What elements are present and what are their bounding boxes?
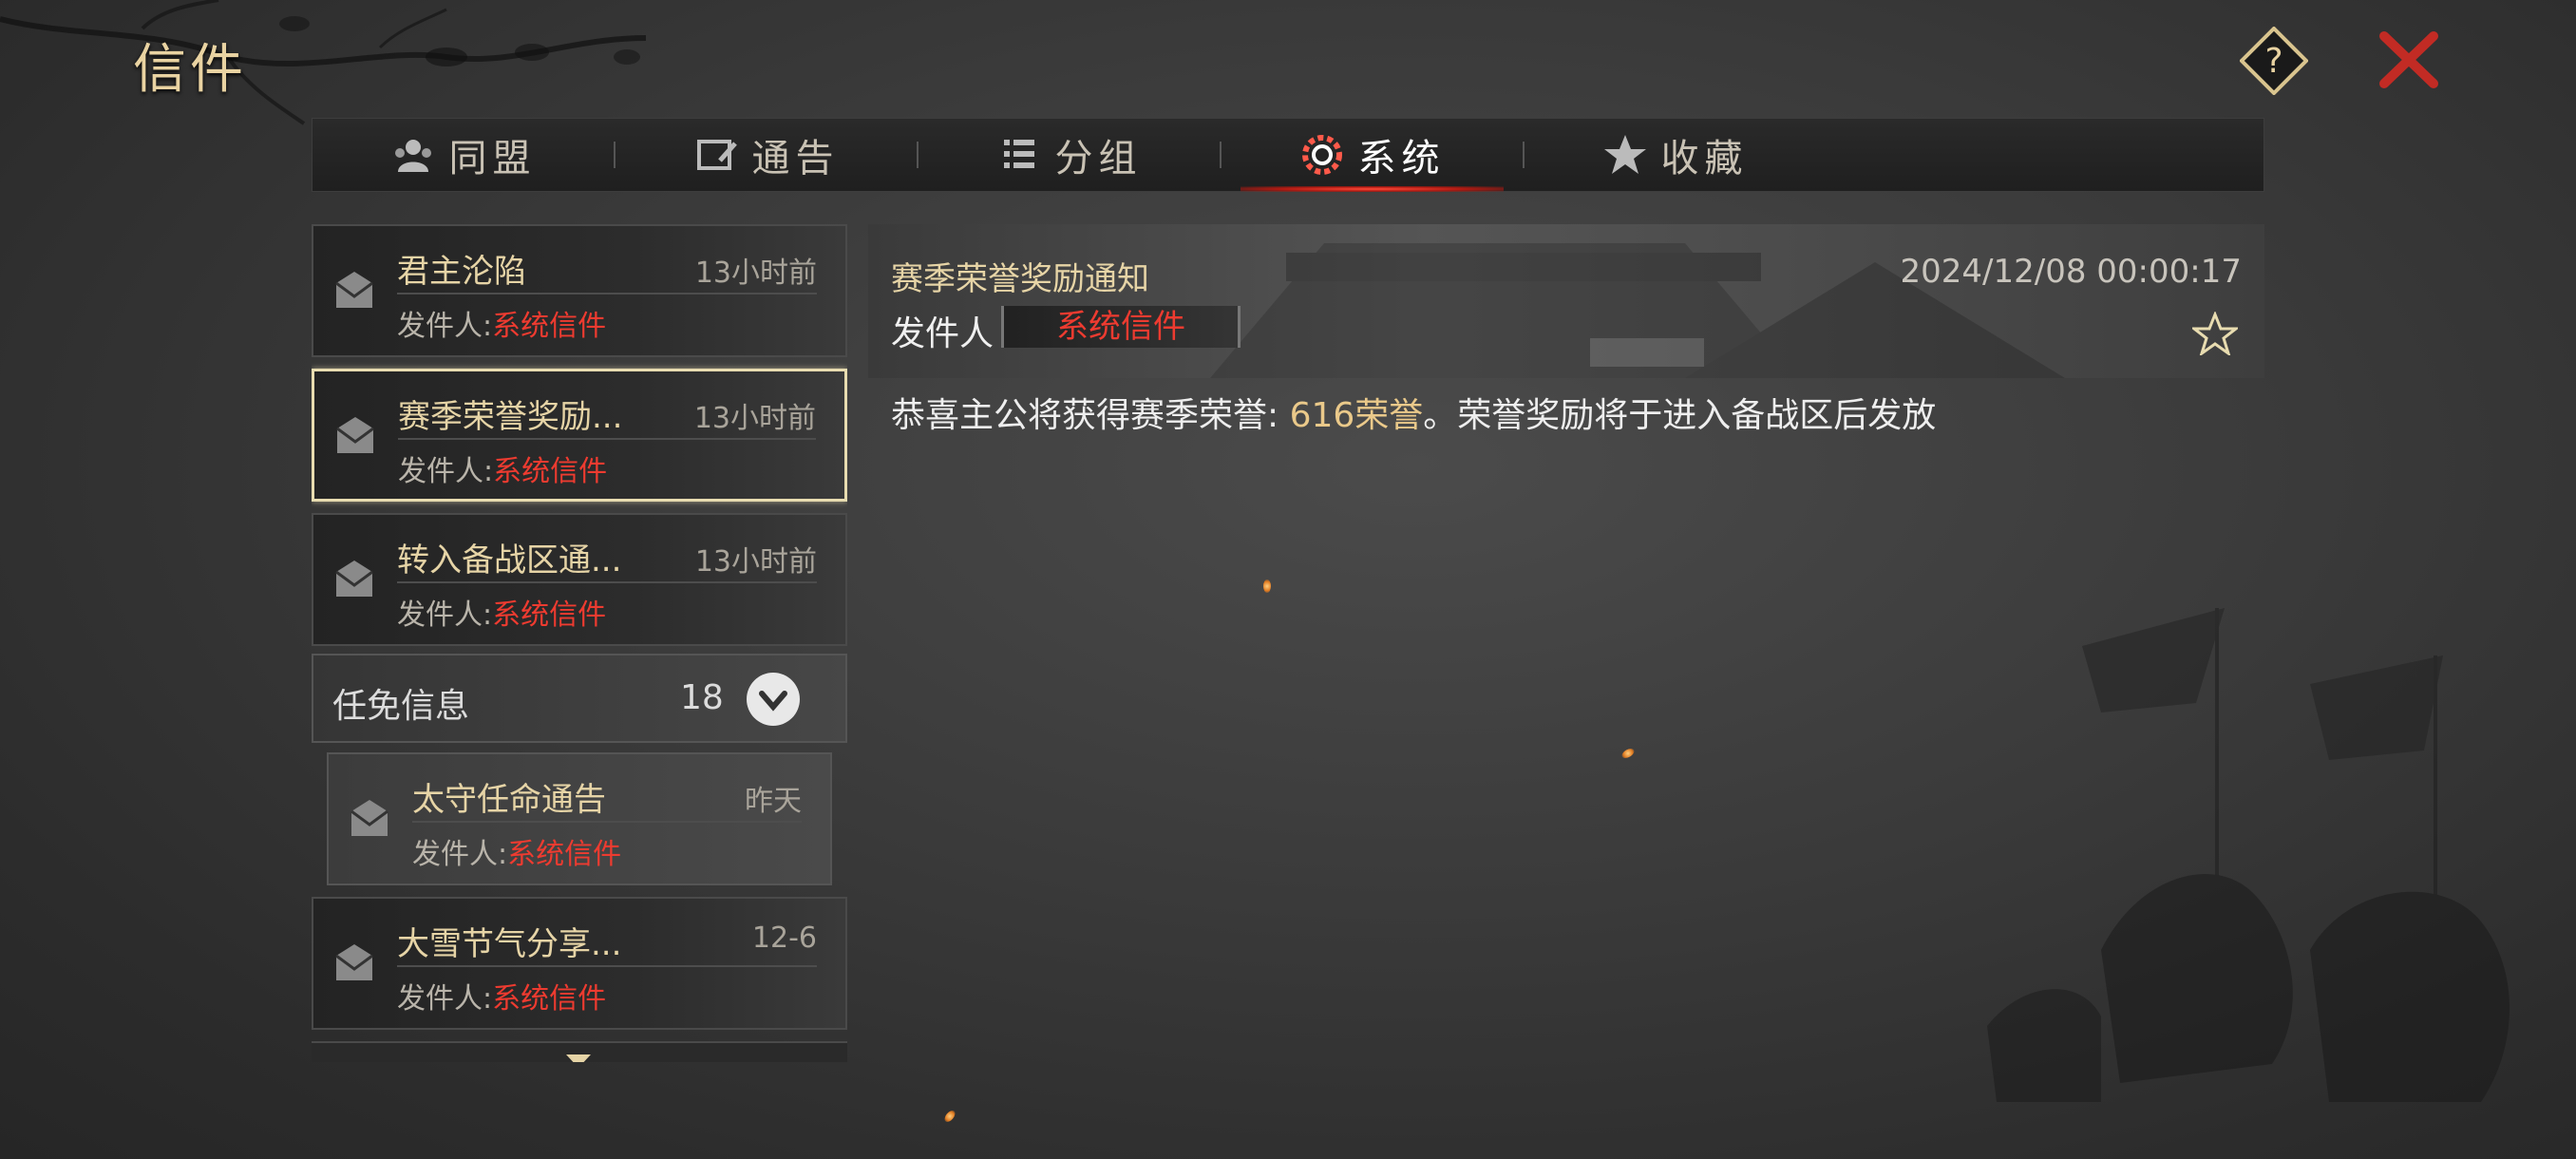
star-icon <box>1603 135 1646 174</box>
favorite-star-icon[interactable] <box>2192 312 2238 355</box>
mail-time: 昨天 <box>745 785 802 818</box>
envelope-icon <box>335 944 373 980</box>
mail-subject: 太守任命通告 <box>412 781 606 819</box>
group-icon <box>1003 140 1034 168</box>
body-text: 。荣誉奖励将于进入备战区后发放 <box>1423 396 1937 435</box>
mail-detail-header: 赛季荣誉奖励通知 2024/12/08 00:00:17 发件人 系统信件 <box>868 224 2264 378</box>
announcement-icon <box>696 140 737 170</box>
list-item[interactable]: 赛季荣誉奖励... 13小时前 发件人:系统信件 <box>312 369 847 502</box>
divider <box>398 438 816 440</box>
detail-body: 恭喜主公将获得赛季荣誉: 616荣誉。荣誉奖励将于进入备战区后发放 <box>891 388 1936 437</box>
tab-label: 系统 <box>1357 137 1446 180</box>
system-gear-icon <box>1301 135 1342 175</box>
sender-label: 发件人: <box>412 838 508 871</box>
help-icon[interactable]: ? <box>2240 27 2308 95</box>
scroll-down-arrow-icon[interactable] <box>564 1053 593 1062</box>
list-item[interactable]: 转入备战区通... 13小时前 发件人:系统信件 <box>312 513 847 646</box>
envelope-icon <box>350 800 388 836</box>
svg-text:?: ? <box>2264 42 2282 81</box>
divider <box>397 965 817 967</box>
ember-spark <box>942 1109 957 1124</box>
envelope-icon <box>335 560 373 597</box>
category-tab-bar: 同盟 通告 分组 系统 收藏 <box>312 118 2264 192</box>
sender-label: 发件人: <box>397 982 493 1016</box>
tab-label: 通告 <box>751 137 840 180</box>
envelope-icon <box>336 417 374 453</box>
tab-system[interactable]: 系统 <box>1222 118 1523 192</box>
mail-time: 13小时前 <box>693 402 816 435</box>
tab-label: 同盟 <box>448 137 537 180</box>
divider <box>397 581 817 583</box>
mail-detail-pane: 赛季荣誉奖励通知 2024/12/08 00:00:17 发件人 系统信件 恭喜… <box>868 224 2264 1062</box>
divider <box>397 293 817 294</box>
tab-announcement[interactable]: 通告 <box>616 118 917 192</box>
chevron-down-icon[interactable] <box>745 671 802 728</box>
mail-subject: 君主沦陷 <box>397 253 526 291</box>
detail-sender-tag: 系统信件 <box>1001 306 1241 348</box>
tab-alliance[interactable]: 同盟 <box>313 118 614 192</box>
mail-sender: 发件人:系统信件 <box>397 975 606 1016</box>
group-name: 任免信息 <box>332 687 470 726</box>
mail-sender: 发件人:系统信件 <box>398 447 607 489</box>
body-text: 恭喜主公将获得赛季荣誉: <box>891 396 1290 435</box>
close-icon[interactable] <box>2375 28 2443 91</box>
sender-name: 系统信件 <box>507 838 622 871</box>
mail-sender: 发件人:系统信件 <box>397 302 606 344</box>
mail-subject: 赛季荣誉奖励... <box>398 398 623 436</box>
tab-group[interactable]: 分组 <box>919 118 1220 192</box>
sender-label: 发件人: <box>397 598 493 632</box>
sender-name: 系统信件 <box>492 598 607 632</box>
detail-sender-label: 发件人 <box>891 314 994 353</box>
mail-time: 12-6 <box>751 922 817 955</box>
group-header-appointment[interactable]: 任免信息 18 <box>312 654 847 743</box>
mail-time: 13小时前 <box>694 545 817 579</box>
mail-list[interactable]: 君主沦陷 13小时前 发件人:系统信件 赛季荣誉奖励... 13小时前 发件人:… <box>312 224 847 1062</box>
sender-name: 系统信件 <box>492 982 607 1016</box>
divider <box>412 821 802 823</box>
detail-subject: 赛季荣誉奖励通知 <box>891 260 1149 298</box>
list-item[interactable]: 大雪节气分享... 12-6 发件人:系统信件 <box>312 897 847 1030</box>
tab-favorites[interactable]: 收藏 <box>1525 118 1826 192</box>
mail-time: 13小时前 <box>694 256 817 290</box>
alliance-icon <box>394 140 431 172</box>
sender-label: 发件人: <box>397 310 493 343</box>
envelope-icon <box>335 272 373 308</box>
group-count: 18 <box>680 678 724 717</box>
mail-sender: 发件人:系统信件 <box>412 830 621 872</box>
sender-label: 发件人: <box>398 455 494 488</box>
mail-subject: 转入备战区通... <box>397 542 622 580</box>
mail-subject: 大雪节气分享... <box>397 925 622 963</box>
honor-amount: 616荣誉 <box>1289 396 1424 435</box>
tab-label: 分组 <box>1054 137 1143 180</box>
detail-date: 2024/12/08 00:00:17 <box>1900 253 2242 291</box>
sender-name: 系统信件 <box>492 310 607 343</box>
tab-label: 收藏 <box>1660 137 1749 180</box>
mail-sender: 发件人:系统信件 <box>397 591 606 633</box>
header-artwork <box>1210 243 2065 378</box>
list-item[interactable]: 君主沦陷 13小时前 发件人:系统信件 <box>312 224 847 357</box>
sender-name: 系统信件 <box>493 455 608 488</box>
list-item[interactable]: 太守任命通告 昨天 发件人:系统信件 <box>327 752 832 885</box>
page-title: 信件 <box>133 39 247 101</box>
